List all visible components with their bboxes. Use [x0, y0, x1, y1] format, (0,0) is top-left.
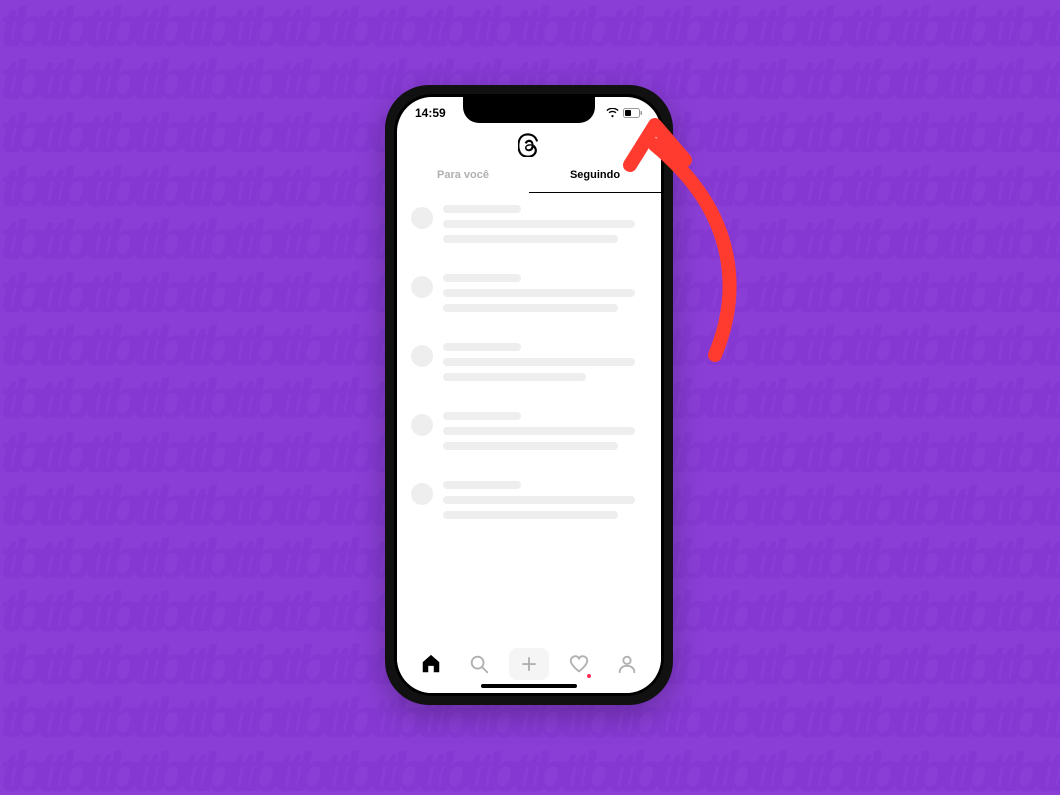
skeleton-post [411, 205, 647, 250]
status-indicators [606, 108, 643, 118]
skeleton-line [443, 511, 618, 519]
phone-notch [463, 97, 595, 123]
nav-compose[interactable] [509, 648, 549, 680]
skeleton-line [443, 412, 521, 420]
skeleton-line [443, 304, 618, 312]
tab-for-you[interactable]: Para você [397, 165, 529, 193]
skeleton-line [443, 220, 635, 228]
skeleton-post [411, 481, 647, 526]
skeleton-line [443, 274, 521, 282]
notification-dot-icon [587, 674, 591, 678]
nav-profile[interactable] [609, 646, 645, 682]
person-icon [616, 653, 638, 675]
skeleton-avatar [411, 483, 433, 505]
skeleton-avatar [411, 207, 433, 229]
threads-logo-icon [518, 133, 540, 162]
skeleton-line [443, 427, 635, 435]
wifi-icon [606, 108, 619, 118]
tab-label: Seguindo [570, 169, 620, 181]
phone-frame: 14:59 [385, 85, 673, 705]
skeleton-post [411, 343, 647, 388]
tab-following[interactable]: Seguindo [529, 165, 661, 193]
feed-tabs: Para você Seguindo [397, 165, 661, 193]
nav-home[interactable] [413, 646, 449, 682]
phone-screen: 14:59 [397, 97, 661, 693]
skeleton-avatar [411, 414, 433, 436]
skeleton-avatar [411, 276, 433, 298]
skeleton-line [443, 343, 521, 351]
plus-icon [520, 655, 538, 673]
skeleton-line [443, 481, 521, 489]
nav-activity[interactable] [561, 646, 597, 682]
status-time: 14:59 [415, 106, 446, 120]
skeleton-line [443, 442, 618, 450]
tab-label: Para você [437, 169, 489, 181]
nav-search[interactable] [461, 646, 497, 682]
skeleton-line [443, 358, 635, 366]
skeleton-avatar [411, 345, 433, 367]
skeleton-post [411, 412, 647, 457]
home-indicator[interactable] [481, 684, 577, 688]
feed-area[interactable] [397, 197, 661, 641]
search-icon [468, 653, 490, 675]
phone-bezel: 14:59 [394, 94, 664, 696]
skeleton-line [443, 496, 635, 504]
skeleton-line [443, 205, 521, 213]
battery-icon [623, 108, 643, 118]
skeleton-line [443, 235, 618, 243]
skeleton-line [443, 289, 635, 297]
heart-icon [568, 653, 590, 675]
skeleton-post [411, 274, 647, 319]
home-icon [420, 653, 442, 675]
skeleton-line [443, 373, 586, 381]
